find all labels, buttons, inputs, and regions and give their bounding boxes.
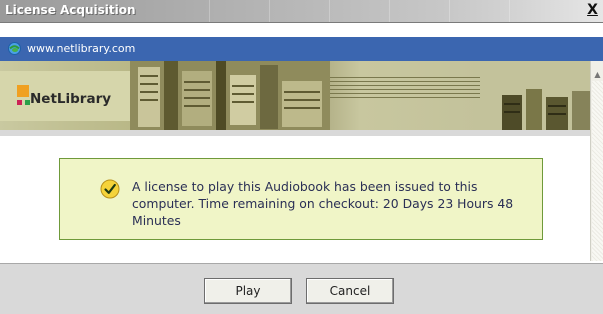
logo-text: NetLibrary [30, 91, 112, 107]
button-bar: Play Cancel [0, 264, 603, 314]
content-area: A license to play this Audiobook has bee… [0, 130, 590, 263]
logo-squares-icon [17, 85, 30, 105]
scroll-up-arrow-icon[interactable]: ▲ [591, 69, 603, 81]
window-title: License Acquisition [5, 3, 136, 17]
scroll-track[interactable] [592, 81, 603, 261]
vertical-scrollbar[interactable]: ▲ [590, 61, 603, 261]
play-button[interactable]: Play [204, 278, 292, 304]
ie-globe-icon [8, 42, 21, 55]
close-button[interactable]: X [584, 2, 601, 19]
banner: NetLibrary [0, 61, 590, 130]
netlibrary-logo: NetLibrary [0, 71, 130, 121]
title-bar-decoration [150, 0, 510, 22]
url-text: www.netlibrary.com [27, 42, 136, 55]
cancel-button[interactable]: Cancel [306, 278, 394, 304]
address-bar: www.netlibrary.com [0, 37, 603, 61]
check-icon [100, 179, 120, 199]
license-message-box: A license to play this Audiobook has bee… [59, 158, 543, 240]
banner-photo-right [480, 61, 590, 130]
banner-photo [130, 61, 330, 130]
license-message-text: A license to play this Audiobook has bee… [132, 179, 514, 228]
title-bar: License Acquisition X [0, 0, 603, 23]
